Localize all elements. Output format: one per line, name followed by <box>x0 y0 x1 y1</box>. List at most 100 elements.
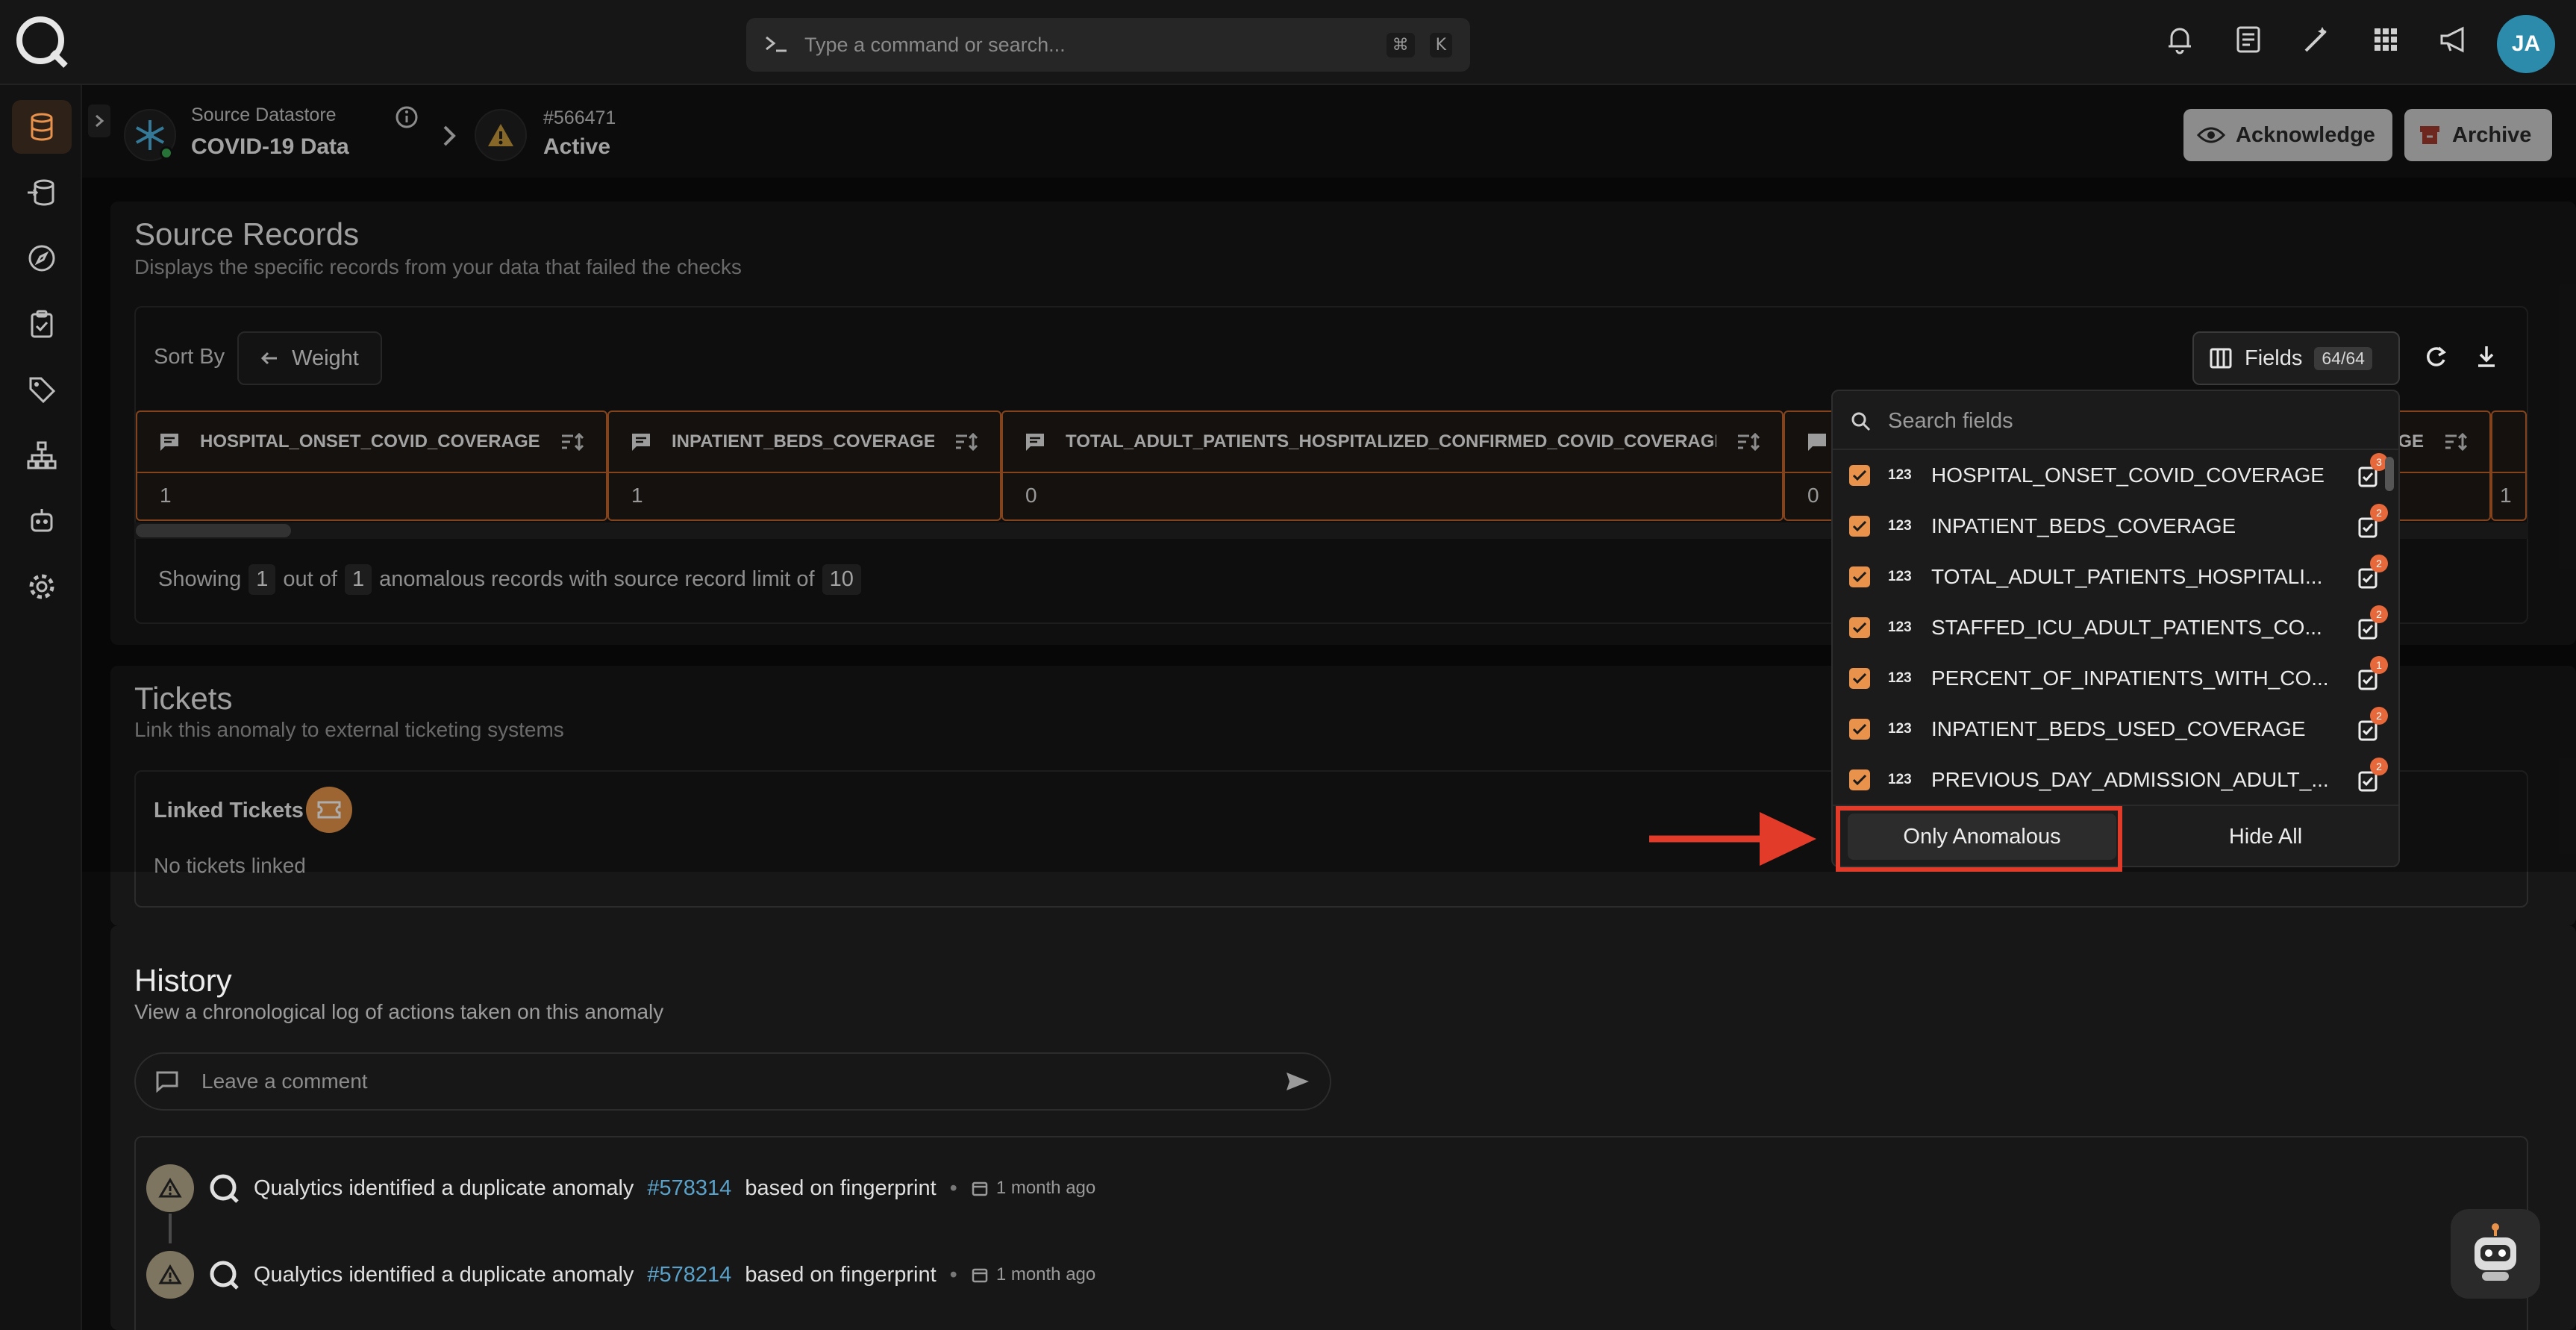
field-row[interactable]: 123 INPATIENT_BEDS_USED_COVERAGE 2 <box>1833 704 2398 755</box>
check-count-badge: 2 <box>2370 504 2388 522</box>
sidebar-item-checks[interactable] <box>12 297 72 351</box>
records-summary: Showing 1 out of 1 anomalous records wit… <box>158 564 861 595</box>
field-row[interactable]: 123 STAFFED_ICU_ADULT_PATIENTS_CO... 2 <box>1833 602 2398 653</box>
field-checkbox[interactable] <box>1849 566 1870 587</box>
anomaly-link[interactable]: #578314 <box>647 1176 731 1201</box>
fields-list-scrollbar[interactable] <box>2385 457 2394 491</box>
number-type-icon: 123 <box>1888 721 1912 737</box>
database-arrow-icon <box>26 177 57 208</box>
history-title: History <box>134 963 232 998</box>
datastore-name[interactable]: COVID-19 Data <box>191 134 349 160</box>
check-count-badge: 2 <box>2370 758 2388 775</box>
magic-wand-icon[interactable] <box>2300 22 2334 57</box>
column-hospital-onset[interactable]: HOSPITAL_ONSET_COVID_COVERAGE 1 <box>136 410 607 521</box>
shortcut-key-k: K <box>1429 32 1452 57</box>
column-header: HOSPITAL_ONSET_COVID_COVERAGE <box>200 431 540 452</box>
history-time-text: 1 month ago <box>995 1264 1096 1284</box>
bell-icon[interactable] <box>2163 22 2197 57</box>
acknowledge-button[interactable]: Acknowledge <box>2183 109 2392 161</box>
sort-toggle-icon[interactable] <box>560 431 585 452</box>
showing-out-of: out of <box>283 567 337 591</box>
megaphone-icon[interactable] <box>2437 22 2472 57</box>
cell-value: 1 <box>160 484 172 507</box>
anomaly-status: Active <box>543 134 611 159</box>
qualytics-logo-icon[interactable] <box>13 13 70 70</box>
field-row[interactable]: 123 PERCENT_OF_INPATIENTS_WITH_CO... 1 <box>1833 653 2398 704</box>
sidebar-item-explore[interactable] <box>12 231 72 285</box>
field-row[interactable]: 123 HOSPITAL_ONSET_COVID_COVERAGE 3 <box>1833 450 2398 501</box>
columns-icon <box>2209 347 2233 369</box>
field-checkbox[interactable] <box>1849 668 1870 689</box>
timeline-connector <box>169 1214 172 1243</box>
fields-search-input[interactable]: Search fields <box>1833 391 2398 450</box>
field-checkbox[interactable] <box>1849 617 1870 638</box>
field-checkbox[interactable] <box>1849 769 1870 790</box>
sort-toggle-icon[interactable] <box>2443 431 2469 452</box>
comment-icon <box>158 431 181 452</box>
column-next[interactable]: 1 <box>2491 410 2527 521</box>
ticket-icon[interactable] <box>306 787 352 833</box>
field-row[interactable]: 123 INPATIENT_BEDS_COVERAGE 2 <box>1833 501 2398 552</box>
gear-icon <box>26 571 57 602</box>
sidebar-item-settings[interactable] <box>12 560 72 614</box>
anomaly-link[interactable]: #578214 <box>647 1263 731 1287</box>
field-name: PERCENT_OF_INPATIENTS_WITH_CO... <box>1931 666 2329 690</box>
command-search-placeholder: Type a command or search... <box>804 33 1066 56</box>
qualytics-logo-icon <box>207 1258 240 1291</box>
field-checkbox[interactable] <box>1849 465 1870 486</box>
clipboard-check-icon <box>26 308 57 340</box>
sidebar-item-agents[interactable] <box>12 494 72 548</box>
separator-dot: • <box>949 1262 957 1287</box>
command-search-input[interactable]: Type a command or search... ⌘ K <box>746 18 1470 72</box>
table-scroll-thumb[interactable] <box>136 524 291 537</box>
info-icon[interactable] <box>394 104 419 130</box>
history-time: 1 month ago <box>971 1178 1095 1199</box>
field-name: STAFFED_ICU_ADULT_PATIENTS_CO... <box>1931 616 2322 639</box>
warning-icon <box>475 109 527 161</box>
field-name: INPATIENT_BEDS_COVERAGE <box>1931 514 2236 537</box>
sidebar-item-flows[interactable] <box>12 428 72 482</box>
history-subtitle: View a chronological log of actions take… <box>134 1000 664 1023</box>
robot-icon <box>26 505 57 537</box>
fields-button[interactable]: Fields 64/64 <box>2192 331 2400 385</box>
terminal-icon <box>764 34 790 55</box>
sidebar-item-enrichment[interactable] <box>12 166 72 219</box>
user-avatar[interactable]: JA <box>2497 15 2555 73</box>
column-total-adult-patients[interactable]: TOTAL_ADULT_PATIENTS_HOSPITALIZED_CONFIR… <box>1001 410 1783 521</box>
number-type-icon: 123 <box>1888 569 1912 584</box>
field-name: HOSPITAL_ONSET_COVID_COVERAGE <box>1931 463 2325 487</box>
cell-value: 1 <box>631 484 643 507</box>
comment-input[interactable]: Leave a comment <box>134 1052 1331 1111</box>
number-type-icon: 123 <box>1888 467 1912 483</box>
expand-sidebar-button[interactable] <box>88 104 110 137</box>
showing-prefix: Showing <box>158 567 242 591</box>
sort-toggle-icon[interactable] <box>1736 431 1761 452</box>
cell-value: 0 <box>1025 484 1037 507</box>
hide-all-button[interactable]: Hide All <box>2154 814 2378 860</box>
download-icon[interactable] <box>2473 343 2500 370</box>
archive-button[interactable]: Archive <box>2404 109 2552 161</box>
comment-icon <box>1024 431 1046 452</box>
field-checkbox[interactable] <box>1849 719 1870 740</box>
field-row[interactable]: 123 PREVIOUS_DAY_ADMISSION_ADULT_... 2 <box>1833 755 2398 805</box>
highlight-annotation-box <box>1836 806 2122 872</box>
send-icon[interactable] <box>1285 1070 1310 1093</box>
sidebar-item-tags[interactable] <box>12 363 72 416</box>
field-checkbox[interactable] <box>1849 516 1870 537</box>
assistant-bot-button[interactable] <box>2451 1209 2540 1299</box>
history-time: 1 month ago <box>971 1264 1095 1285</box>
history-entry: Qualytics identified a duplicate anomaly… <box>146 1251 1095 1299</box>
sort-weight-button[interactable]: Weight <box>237 331 382 385</box>
anomaly-id: #566471 <box>543 107 616 128</box>
sort-toggle-icon[interactable] <box>954 431 979 452</box>
refresh-icon[interactable] <box>2422 343 2449 370</box>
column-inpatient-beds[interactable]: INPATIENT_BEDS_COVERAGE 1 <box>607 410 1001 521</box>
checks-icon: 2 <box>2355 504 2388 540</box>
calendar-icon <box>971 1179 989 1197</box>
document-icon[interactable] <box>2231 22 2266 57</box>
field-row[interactable]: 123 TOTAL_ADULT_PATIENTS_HOSPITALI... 2 <box>1833 552 2398 602</box>
check-count-badge: 2 <box>2370 555 2388 572</box>
sidebar-item-datastores[interactable] <box>12 100 72 154</box>
apps-grid-icon[interactable] <box>2369 22 2403 57</box>
warning-icon <box>146 1164 194 1212</box>
